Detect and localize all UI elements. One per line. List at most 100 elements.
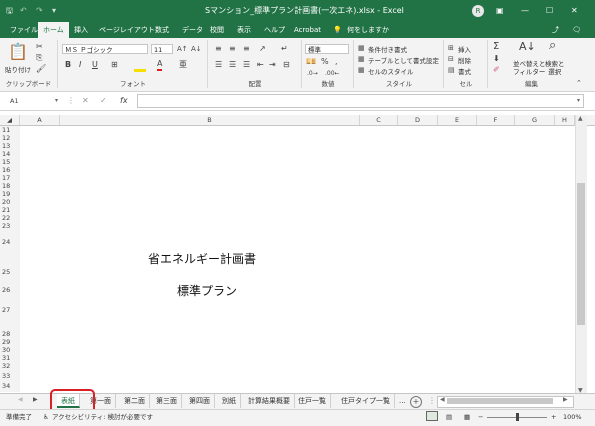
tell-me-box[interactable]: 何をしますか [347, 22, 389, 38]
tab-page-layout[interactable]: ページレイアウト [99, 22, 155, 38]
align-center-icon[interactable]: ☰ [229, 60, 236, 70]
tab-split-handle[interactable]: ⋮ [428, 396, 436, 405]
zoom-in-icon[interactable]: + [551, 410, 556, 424]
borders-icon[interactable]: ⊞ [111, 60, 118, 70]
row-header[interactable]: 26 [0, 286, 20, 294]
row-header[interactable]: 14 [0, 150, 20, 158]
sort-filter-button[interactable]: 並べ替えと フィルター [513, 60, 546, 76]
cut-icon[interactable]: ✂ [36, 42, 43, 52]
scroll-up-icon[interactable]: ▲ [578, 115, 583, 122]
cancel-icon[interactable]: ✕ [82, 96, 89, 106]
row-header[interactable]: 25 [0, 268, 20, 276]
maximize-icon[interactable]: ☐ [546, 0, 553, 22]
minimize-icon[interactable]: — [521, 0, 529, 22]
orientation-icon[interactable]: ↗ [259, 44, 266, 54]
increase-font-icon[interactable]: A↑ [177, 44, 188, 54]
decrease-indent-icon[interactable]: ⇤ [257, 60, 264, 70]
share-icon[interactable]: ⤴ [552, 22, 559, 38]
row-header[interactable]: 23 [0, 222, 20, 230]
column-header-f[interactable]: F [477, 115, 515, 125]
ribbon-display-options-icon[interactable]: ▣ [496, 0, 504, 22]
row-header[interactable]: 21 [0, 206, 20, 214]
increase-indent-icon[interactable]: ⇥ [269, 60, 276, 70]
align-left-icon[interactable]: ☰ [215, 60, 222, 70]
align-right-icon[interactable]: ☰ [243, 60, 250, 70]
row-header[interactable]: 17 [0, 174, 20, 182]
cell-styles-button[interactable]: セルのスタイル [368, 66, 414, 76]
paste-icon[interactable]: 📋 [8, 44, 28, 60]
cell-b24[interactable]: 省エネルギー計画書 [148, 250, 256, 267]
horizontal-scroll-thumb[interactable] [447, 398, 553, 404]
underline-icon[interactable]: U [92, 60, 98, 70]
tab-scroll-right-icon[interactable]: ▶ [33, 396, 38, 403]
page-layout-view-icon[interactable]: ▤ [446, 410, 452, 424]
zoom-slider-handle[interactable] [516, 413, 519, 421]
column-header-c[interactable]: C [360, 115, 398, 125]
font-name-select[interactable]: ＭＳ Ｐゴシック [62, 44, 148, 54]
align-top-icon[interactable]: ≡ [215, 44, 222, 54]
insert-cells-button[interactable]: 挿入 [458, 44, 471, 54]
find-select-button[interactable]: 検索と 選択 [545, 60, 565, 76]
decrease-font-icon[interactable]: A↓ [191, 44, 202, 54]
redo-icon[interactable]: ↷ [36, 0, 43, 22]
phonetic-icon[interactable]: 亜 [179, 60, 187, 70]
row-header[interactable]: 15 [0, 158, 20, 166]
save-icon[interactable]: 🖫 [6, 0, 13, 22]
conditional-format-button[interactable]: 条件付き書式 [368, 44, 407, 54]
sheet-tab-calc-summary[interactable]: 計算結果概要 [244, 394, 295, 408]
tab-help[interactable]: ヘルプ [264, 22, 285, 38]
zoom-out-icon[interactable]: − [478, 410, 483, 424]
comments-icon[interactable]: 🗨 [572, 22, 581, 38]
row-header[interactable]: 33 [0, 372, 20, 380]
tab-data[interactable]: データ [182, 22, 203, 38]
font-color-icon[interactable]: A [157, 59, 163, 71]
sheet-tab-page4[interactable]: 第四面 [185, 394, 215, 408]
row-header[interactable]: 34 [0, 382, 20, 390]
row-header[interactable]: 30 [0, 346, 20, 354]
align-middle-icon[interactable]: ≡ [229, 44, 236, 54]
column-header-h[interactable]: H [555, 115, 575, 125]
row-header[interactable]: 16 [0, 166, 20, 174]
wrap-text-icon[interactable]: ↵ [281, 44, 288, 54]
fill-icon[interactable]: ⬇ [493, 54, 500, 64]
zoom-level[interactable]: 100% [563, 410, 582, 424]
sheet-tab-page3[interactable]: 第三面 [152, 394, 182, 408]
column-header-e[interactable]: E [438, 115, 477, 125]
accounting-format-icon[interactable]: 💴 [306, 57, 316, 67]
undo-icon[interactable]: ↶ [20, 0, 27, 22]
cell-b25[interactable]: 標準プラン [177, 282, 237, 299]
close-icon[interactable]: ✕ [571, 0, 578, 22]
row-header[interactable]: 18 [0, 182, 20, 190]
scroll-right-icon[interactable]: ▶ [563, 396, 568, 403]
format-painter-icon[interactable]: 🖌 [36, 64, 46, 74]
insert-function-icon[interactable]: fx [120, 96, 128, 106]
expand-formula-bar-icon[interactable]: ▾ [577, 96, 580, 106]
fill-color-icon[interactable] [134, 62, 146, 72]
vertical-scrollbar[interactable]: ▲ ▼ [575, 115, 587, 398]
number-format-select[interactable]: 標準 [305, 44, 349, 54]
select-all-corner[interactable]: ◢ [0, 115, 20, 125]
row-header[interactable]: 12 [0, 134, 20, 142]
italic-icon[interactable]: I [79, 60, 81, 70]
percent-icon[interactable]: % [321, 57, 329, 67]
normal-view-icon[interactable] [426, 411, 438, 421]
sheet-tab-page2[interactable]: 第二面 [120, 394, 150, 408]
page-break-view-icon[interactable]: ▦ [464, 410, 470, 424]
user-avatar[interactable]: R [472, 5, 484, 17]
merge-center-icon[interactable]: ⊟ [283, 60, 290, 70]
tab-home[interactable]: ホーム [38, 22, 69, 38]
tab-file[interactable]: ファイル [10, 22, 38, 38]
row-header[interactable]: 19 [0, 190, 20, 198]
tab-insert[interactable]: 挿入 [74, 22, 88, 38]
bold-icon[interactable]: B [65, 60, 71, 70]
row-header[interactable]: 13 [0, 142, 20, 150]
sheet-tab-unit-list[interactable]: 住戸一覧 [294, 394, 331, 408]
add-sheet-icon[interactable]: + [410, 396, 422, 408]
sheet-tab-unit-type-list[interactable]: 住戸タイプ一覧 [337, 394, 395, 408]
row-header[interactable]: 11 [0, 126, 20, 134]
scroll-left-icon[interactable]: ◀ [440, 396, 445, 403]
row-header[interactable]: 24 [0, 238, 20, 246]
clear-icon[interactable]: ✐ [493, 65, 500, 75]
comma-style-icon[interactable]: , [335, 57, 338, 67]
font-size-select[interactable]: 11 [151, 44, 173, 54]
